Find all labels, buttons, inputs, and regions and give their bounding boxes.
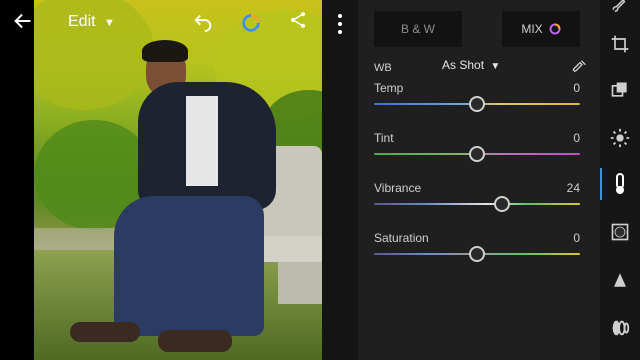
optics-tool[interactable] (608, 316, 632, 340)
eyedropper-button[interactable] (572, 58, 588, 77)
bench-leg (278, 262, 322, 304)
saturation-slider[interactable]: Saturation 0 (374, 231, 580, 271)
more-vertical-icon (338, 22, 342, 26)
slider-track (374, 203, 580, 205)
edit-label: Edit (68, 13, 96, 30)
back-button[interactable] (12, 10, 34, 39)
mix-label: MIX (521, 22, 543, 36)
vignette-icon (611, 223, 629, 241)
wb-dropdown[interactable]: As Shot ▼ (442, 58, 500, 72)
tint-slider[interactable]: Tint 0 (374, 131, 580, 171)
bw-button[interactable]: B & W (374, 11, 462, 47)
slider-label: Temp (374, 81, 404, 95)
slider-knob[interactable] (469, 246, 485, 262)
slider-label: Vibrance (374, 181, 422, 195)
left-margin (0, 0, 34, 360)
arrow-left-icon (14, 13, 31, 29)
adjust-panel: B & W MIX WB As Shot ▼ Temp 0 Tint 0 Vib… (358, 0, 600, 360)
light-icon (610, 128, 630, 148)
undo-button[interactable] (192, 10, 214, 39)
person-jeans (114, 196, 264, 336)
chevron-down-icon: ▼ (490, 61, 501, 72)
wb-value: As Shot (442, 58, 485, 72)
eyedropper-icon (572, 60, 586, 73)
chevron-down-icon: ▼ (104, 17, 115, 29)
share-icon (290, 12, 306, 28)
slider-value: 0 (573, 131, 580, 145)
wb-label: WB (374, 62, 392, 74)
slider-knob[interactable] (469, 96, 485, 112)
color-ring-icon (549, 23, 561, 35)
brush-tool[interactable] (608, 0, 632, 18)
person-shirt (186, 96, 218, 186)
mix-button[interactable]: MIX (502, 11, 580, 47)
presets-tool[interactable] (608, 78, 632, 102)
color-tool[interactable] (608, 172, 632, 196)
slider-knob[interactable] (469, 146, 485, 162)
slider-knob[interactable] (493, 196, 510, 212)
slider-label: Saturation (374, 231, 429, 245)
person-shoe (70, 322, 140, 342)
slider-value: 24 (566, 181, 580, 195)
color-temp-icon (616, 173, 624, 194)
edit-dropdown[interactable]: Edit ▼ (68, 13, 115, 31)
presets-icon (611, 82, 627, 97)
photo-canvas[interactable] (34, 0, 322, 360)
person-hair (142, 40, 188, 62)
menu-strip (322, 0, 358, 360)
undo-icon (194, 14, 212, 32)
more-vertical-icon (338, 14, 342, 18)
more-button[interactable] (332, 12, 348, 36)
optics-icon (612, 320, 630, 336)
detail-icon (614, 273, 626, 287)
person-shoe (158, 330, 232, 352)
brush-icon (612, 0, 626, 12)
tool-rail (600, 0, 640, 360)
color-ring-icon (242, 14, 260, 32)
slider-value: 0 (573, 231, 580, 245)
vibrance-slider[interactable]: Vibrance 24 (374, 181, 580, 221)
light-tool[interactable] (608, 126, 632, 150)
temp-slider[interactable]: Temp 0 (374, 81, 580, 121)
slider-value: 0 (573, 81, 580, 95)
active-tool-indicator (600, 168, 602, 200)
profile-button[interactable] (240, 12, 262, 41)
bw-label: B & W (400, 22, 435, 36)
slider-label: Tint (374, 131, 394, 145)
detail-tool[interactable] (608, 268, 632, 292)
effects-tool[interactable] (608, 220, 632, 244)
crop-icon (611, 35, 629, 53)
crop-tool[interactable] (608, 32, 632, 56)
more-vertical-icon (338, 30, 342, 34)
share-button[interactable] (288, 10, 308, 37)
wb-row: WB As Shot ▼ (374, 58, 592, 78)
